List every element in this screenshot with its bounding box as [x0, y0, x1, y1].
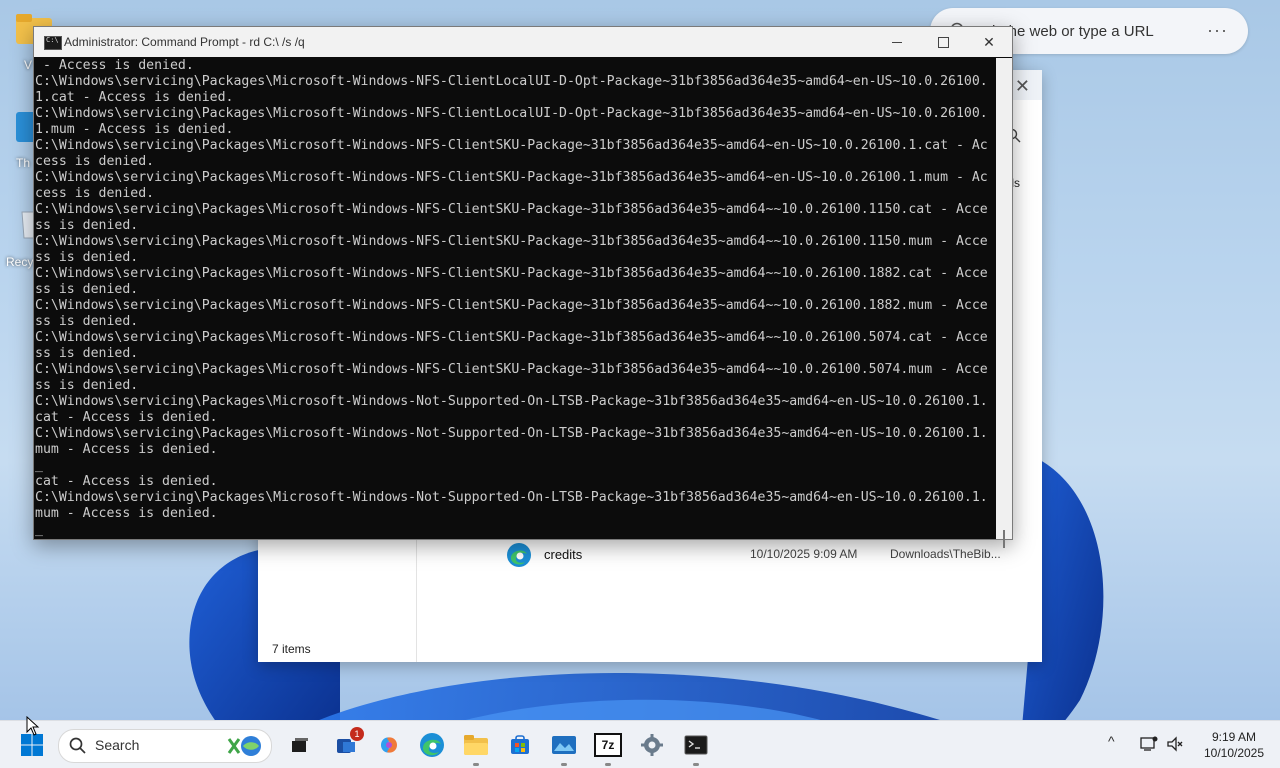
copilot-button[interactable] — [373, 729, 405, 761]
console-line: C:\Windows\servicing\Packages\Microsoft-… — [35, 138, 988, 153]
search-label: Search — [95, 737, 140, 753]
console-line: C:\Windows\servicing\Packages\Microsoft-… — [35, 202, 988, 217]
console-line: 1.mum - Access is denied. — [35, 122, 234, 137]
console-line: C:\Windows\servicing\Packages\Microsoft-… — [35, 490, 988, 505]
console-line: cat - Access is denied. — [35, 410, 218, 425]
search-icon — [69, 737, 86, 754]
terminal-button[interactable] — [680, 729, 712, 766]
window-title: Administrator: Command Prompt - rd C:\ /… — [64, 35, 305, 49]
windows-logo-icon — [21, 734, 43, 756]
folder-icon — [464, 735, 488, 755]
console-line: C:\Windows\servicing\Packages\Microsoft-… — [35, 266, 988, 281]
console-line: C:\Windows\servicing\Packages\Microsoft-… — [35, 362, 988, 377]
console-line: 1.cat - Access is denied. — [35, 90, 234, 105]
system-clock[interactable]: 9:19 AM 10/10/2025 — [1194, 729, 1274, 761]
show-hidden-icons-chevron-icon[interactable]: ^ — [1108, 733, 1115, 749]
store-button[interactable] — [504, 729, 536, 761]
file-row[interactable]: credits 10/10/2025 9:09 AM Downloads\The… — [506, 540, 1026, 570]
console-line: C:\Windows\servicing\Packages\Microsoft-… — [35, 394, 988, 409]
copilot-icon — [381, 737, 397, 753]
clock-date: 10/10/2025 — [1203, 746, 1265, 760]
console-line: ss is denied. — [35, 346, 139, 361]
address-placeholder: h the web or type a URL — [992, 23, 1154, 40]
7zip-icon: 7z — [594, 733, 622, 757]
console-scrollbar[interactable] — [996, 58, 1012, 548]
console-output[interactable]: - Access is denied. C:\Windows\servicing\… — [34, 58, 997, 539]
console-line: C:\Windows\servicing\Packages\Microsoft-… — [35, 426, 988, 441]
desktop-icon-label: V — [24, 58, 33, 72]
console-line: C:\Windows\servicing\Packages\Microsoft-… — [35, 330, 988, 345]
running-indicator — [693, 763, 699, 766]
close-icon: ✕ — [983, 33, 995, 50]
file-date-modified: 10/10/2025 9:09 AM — [750, 547, 858, 561]
cmd-title-bar[interactable]: Administrator: Command Prompt - rd C:\ /… — [34, 27, 1012, 57]
console-line: C:\Windows\servicing\Packages\Microsoft-… — [35, 298, 988, 313]
desktop-icon-label: Th — [16, 156, 31, 170]
edge-icon — [420, 733, 444, 757]
scroll-thumb[interactable] — [1003, 530, 1005, 548]
console-line: ss is denied. — [35, 218, 139, 233]
console-line: cess is denied. — [35, 154, 155, 169]
terminal-icon — [684, 735, 708, 755]
maximize-button[interactable] — [920, 27, 966, 57]
volume-muted-icon[interactable] — [1166, 735, 1184, 753]
console-line: C:\Windows\servicing\Packages\Microsoft-… — [35, 74, 988, 89]
command-prompt-window[interactable]: Administrator: Command Prompt - rd C:\ /… — [33, 26, 1013, 548]
7zip-button[interactable]: 7z — [592, 729, 624, 766]
console-line: C:\Windows\servicing\Packages\Microsoft-… — [35, 234, 988, 249]
7zip-label: 7z — [601, 738, 615, 752]
console-line: ss is denied. — [35, 378, 139, 393]
console-line: cat - Access is denied. — [35, 474, 218, 489]
console-line: _ — [35, 458, 43, 473]
photos-icon — [552, 736, 576, 754]
cmd-app-icon — [44, 36, 62, 50]
edge-browser-button[interactable] — [416, 729, 448, 761]
console-line: - Access is denied. — [35, 58, 194, 73]
search-highlight-icon — [227, 736, 261, 756]
network-icon[interactable] — [1140, 735, 1158, 753]
running-indicator — [473, 763, 479, 766]
console-line: C:\Windows\servicing\Packages\Microsoft-… — [35, 170, 988, 185]
photos-button[interactable] — [548, 729, 580, 766]
minimize-icon — [892, 41, 902, 43]
settings-button[interactable] — [636, 729, 668, 761]
item-count-status: 7 items — [272, 642, 311, 656]
console-line: mum - Access is denied. — [35, 442, 218, 457]
maximize-icon — [937, 36, 949, 48]
store-icon — [511, 735, 529, 754]
taskbar-search-box[interactable]: Search — [58, 729, 272, 763]
mail-app-button[interactable]: 1 — [330, 727, 364, 761]
close-button[interactable]: ✕ — [966, 27, 1012, 57]
console-line: _ — [35, 522, 43, 537]
running-indicator — [605, 763, 611, 766]
console-line: cess is denied. — [35, 186, 155, 201]
console-line: ss is denied. — [35, 282, 139, 297]
file-name: credits — [544, 547, 583, 562]
task-view-button[interactable] — [284, 729, 316, 761]
nav-pane-divider — [416, 536, 417, 662]
task-view-icon — [292, 738, 308, 752]
file-explorer-button[interactable] — [460, 729, 492, 766]
console-line: C:\Windows\servicing\Packages\Microsoft-… — [35, 106, 988, 121]
file-location: Downloads\TheBib... — [890, 547, 1001, 561]
clock-time: 9:19 AM — [1211, 730, 1257, 744]
running-indicator — [561, 763, 567, 766]
taskbar: Search 1 7z ^ 9:19 AM 10/10/2025 — [0, 720, 1280, 768]
edge-file-icon — [507, 543, 531, 567]
notification-badge: 1 — [350, 727, 364, 741]
more-options-icon[interactable]: ··· — [1207, 20, 1228, 41]
console-line: ss is denied. — [35, 250, 139, 265]
minimize-button[interactable] — [874, 27, 920, 57]
explorer-close-button[interactable]: ✕ — [1015, 76, 1030, 97]
desktop-icon-label: Recy — [6, 255, 34, 269]
mouse-cursor-icon — [26, 716, 40, 736]
gear-icon — [641, 734, 663, 756]
console-line: mum - Access is denied. — [35, 506, 218, 521]
console-line: ss is denied. — [35, 314, 139, 329]
